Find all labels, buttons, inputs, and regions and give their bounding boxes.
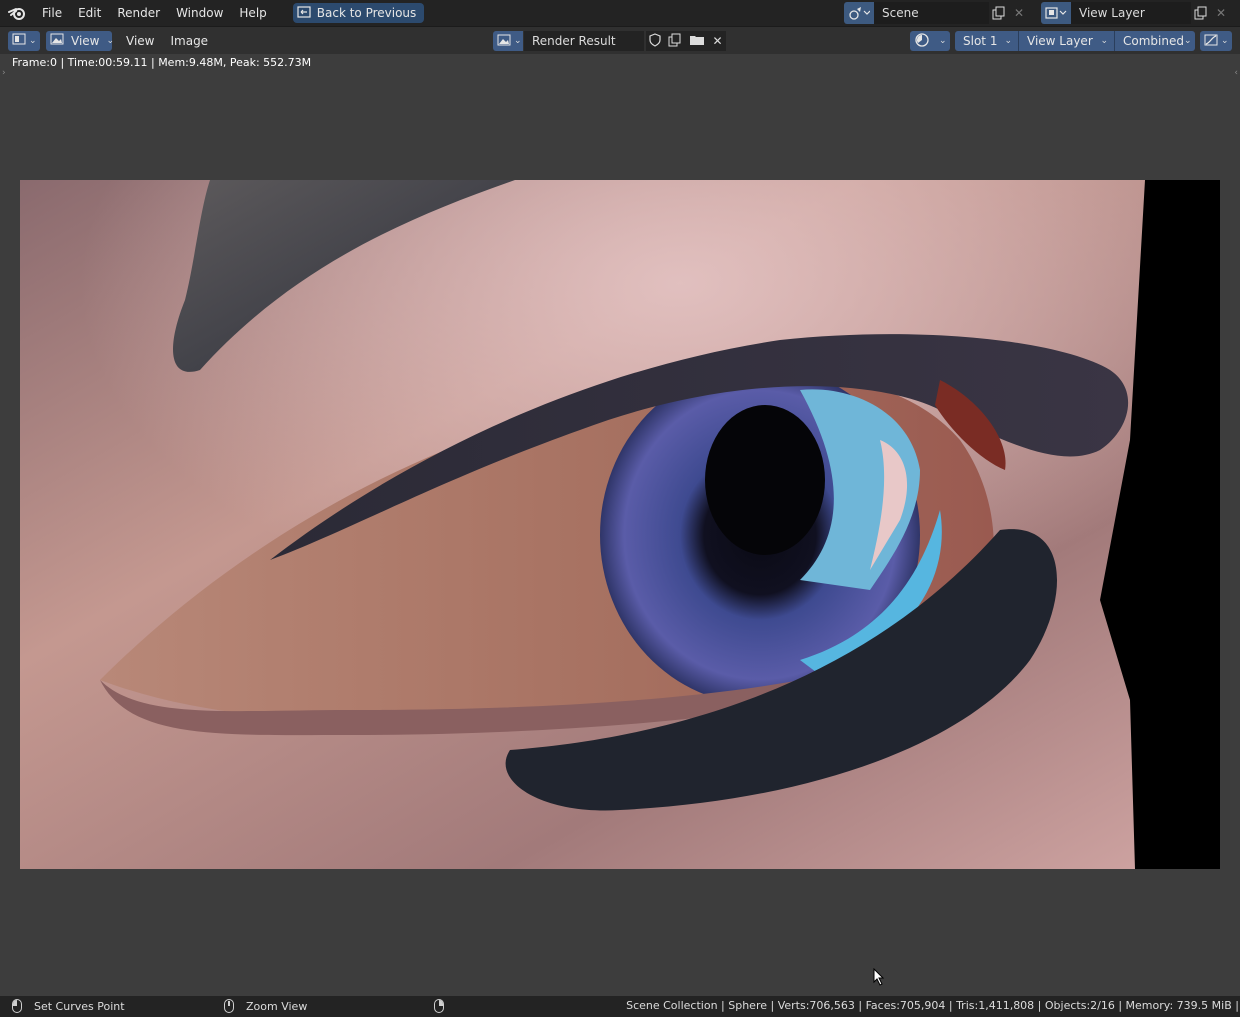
toolbar-expand-arrow-icon[interactable]: › bbox=[2, 68, 6, 78]
render-result-image[interactable] bbox=[20, 180, 1220, 869]
status-right-click-hint bbox=[434, 999, 444, 1013]
menu-render[interactable]: Render bbox=[109, 0, 168, 26]
view-layer-duplicate-icon[interactable] bbox=[1191, 2, 1211, 24]
menu-file[interactable]: File bbox=[34, 0, 70, 26]
status-middle-click-hint: Zoom View bbox=[224, 999, 307, 1013]
new-image-icon[interactable] bbox=[668, 33, 682, 50]
chevron-down-icon: ⌄ bbox=[1183, 36, 1192, 46]
view-layer-icon[interactable] bbox=[1041, 2, 1071, 24]
menu-edit[interactable]: Edit bbox=[70, 0, 109, 26]
render-slot-group: Slot 1 ⌄ View Layer ⌄ Combined ⌄ bbox=[955, 31, 1195, 51]
blender-logo-icon[interactable] bbox=[0, 0, 34, 26]
status-left-action: Set Curves Point bbox=[34, 999, 125, 1013]
chevron-down-icon: ⌄ bbox=[1100, 36, 1108, 46]
scene-icon[interactable] bbox=[844, 2, 874, 24]
mouse-middle-icon bbox=[224, 999, 234, 1013]
mouse-right-icon bbox=[434, 999, 444, 1013]
scene-name-field[interactable]: Scene bbox=[874, 2, 989, 24]
mouse-cursor-icon bbox=[873, 967, 885, 989]
back-to-previous-label: Back to Previous bbox=[316, 6, 417, 20]
view-mode-label: View bbox=[71, 33, 100, 48]
chevron-down-icon: ⌄ bbox=[939, 36, 947, 46]
curves-icon bbox=[1204, 34, 1218, 49]
slot-dropdown[interactable]: Slot 1 ⌄ bbox=[955, 31, 1019, 51]
display-channels-dropdown[interactable]: ⌄ bbox=[910, 31, 950, 51]
scene-statistics: Scene Collection | Sphere | Verts:706,56… bbox=[626, 999, 1240, 1012]
mouse-left-icon bbox=[12, 999, 22, 1013]
menu-window[interactable]: Window bbox=[168, 0, 231, 26]
sidebar-expand-arrow-icon[interactable]: ‹ bbox=[1234, 68, 1238, 78]
image-icon bbox=[50, 33, 64, 48]
menu-image[interactable]: Image bbox=[162, 34, 216, 48]
status-left-click-hint: Set Curves Point bbox=[12, 999, 125, 1013]
scene-remove-icon[interactable]: ✕ bbox=[1009, 2, 1029, 24]
pass-label: Combined bbox=[1123, 34, 1184, 48]
view-mode-dropdown[interactable]: View ⌄ bbox=[46, 30, 115, 51]
back-to-previous-button[interactable]: Back to Previous bbox=[292, 3, 425, 23]
image-actions: ✕ bbox=[646, 31, 726, 51]
status-middle-action: Zoom View bbox=[246, 999, 308, 1013]
scene-selector[interactable]: Scene ✕ bbox=[844, 2, 1029, 24]
pass-dropdown[interactable]: Combined ⌄ bbox=[1115, 31, 1195, 51]
chevron-down-icon: ⌄ bbox=[1221, 36, 1229, 46]
browse-image-button[interactable]: ⌄ bbox=[493, 31, 523, 51]
chevron-down-icon: ⌄ bbox=[1004, 36, 1012, 46]
render-info-text: Frame:0 | Time:00:59.11 | Mem:9.48M, Pea… bbox=[12, 56, 312, 69]
chevron-down-icon: ⌄ bbox=[514, 36, 522, 46]
chevron-down-icon: ⌄ bbox=[29, 35, 37, 46]
view-layer-selector[interactable]: View Layer ✕ bbox=[1041, 2, 1231, 24]
image-viewport[interactable]: Frame:0 | Time:00:59.11 | Mem:9.48M, Pea… bbox=[0, 54, 1240, 996]
image-editor-header: ⌄ View ⌄ View Image ⌄ Render Result ✕ ⌄ bbox=[0, 26, 1240, 54]
menu-help[interactable]: Help bbox=[231, 0, 274, 26]
display-channels-icon bbox=[914, 32, 930, 50]
slot-label: Slot 1 bbox=[963, 34, 998, 48]
top-menu-bar: File Edit Render Window Help Back to Pre… bbox=[0, 0, 1240, 26]
image-editor-icon bbox=[12, 33, 26, 48]
image-icon bbox=[497, 34, 511, 49]
menu-view[interactable]: View bbox=[118, 34, 162, 48]
scene-duplicate-icon[interactable] bbox=[989, 2, 1009, 24]
open-folder-icon[interactable] bbox=[689, 34, 705, 49]
status-bar: Set Curves Point Zoom View Scene Collect… bbox=[0, 996, 1240, 1017]
editor-type-button[interactable]: ⌄ bbox=[8, 30, 40, 51]
layer-label: View Layer bbox=[1027, 34, 1093, 48]
chevron-down-icon: ⌄ bbox=[106, 35, 115, 46]
image-name-field[interactable]: Render Result bbox=[524, 31, 644, 51]
fake-user-shield-icon[interactable] bbox=[649, 32, 662, 50]
view-layer-name-field[interactable]: View Layer bbox=[1071, 2, 1191, 24]
view-layer-remove-icon[interactable]: ✕ bbox=[1211, 2, 1231, 24]
back-icon bbox=[297, 5, 311, 21]
layer-dropdown[interactable]: View Layer ⌄ bbox=[1019, 31, 1115, 51]
scopes-dropdown[interactable]: ⌄ bbox=[1200, 31, 1232, 51]
close-icon[interactable]: ✕ bbox=[712, 34, 722, 48]
